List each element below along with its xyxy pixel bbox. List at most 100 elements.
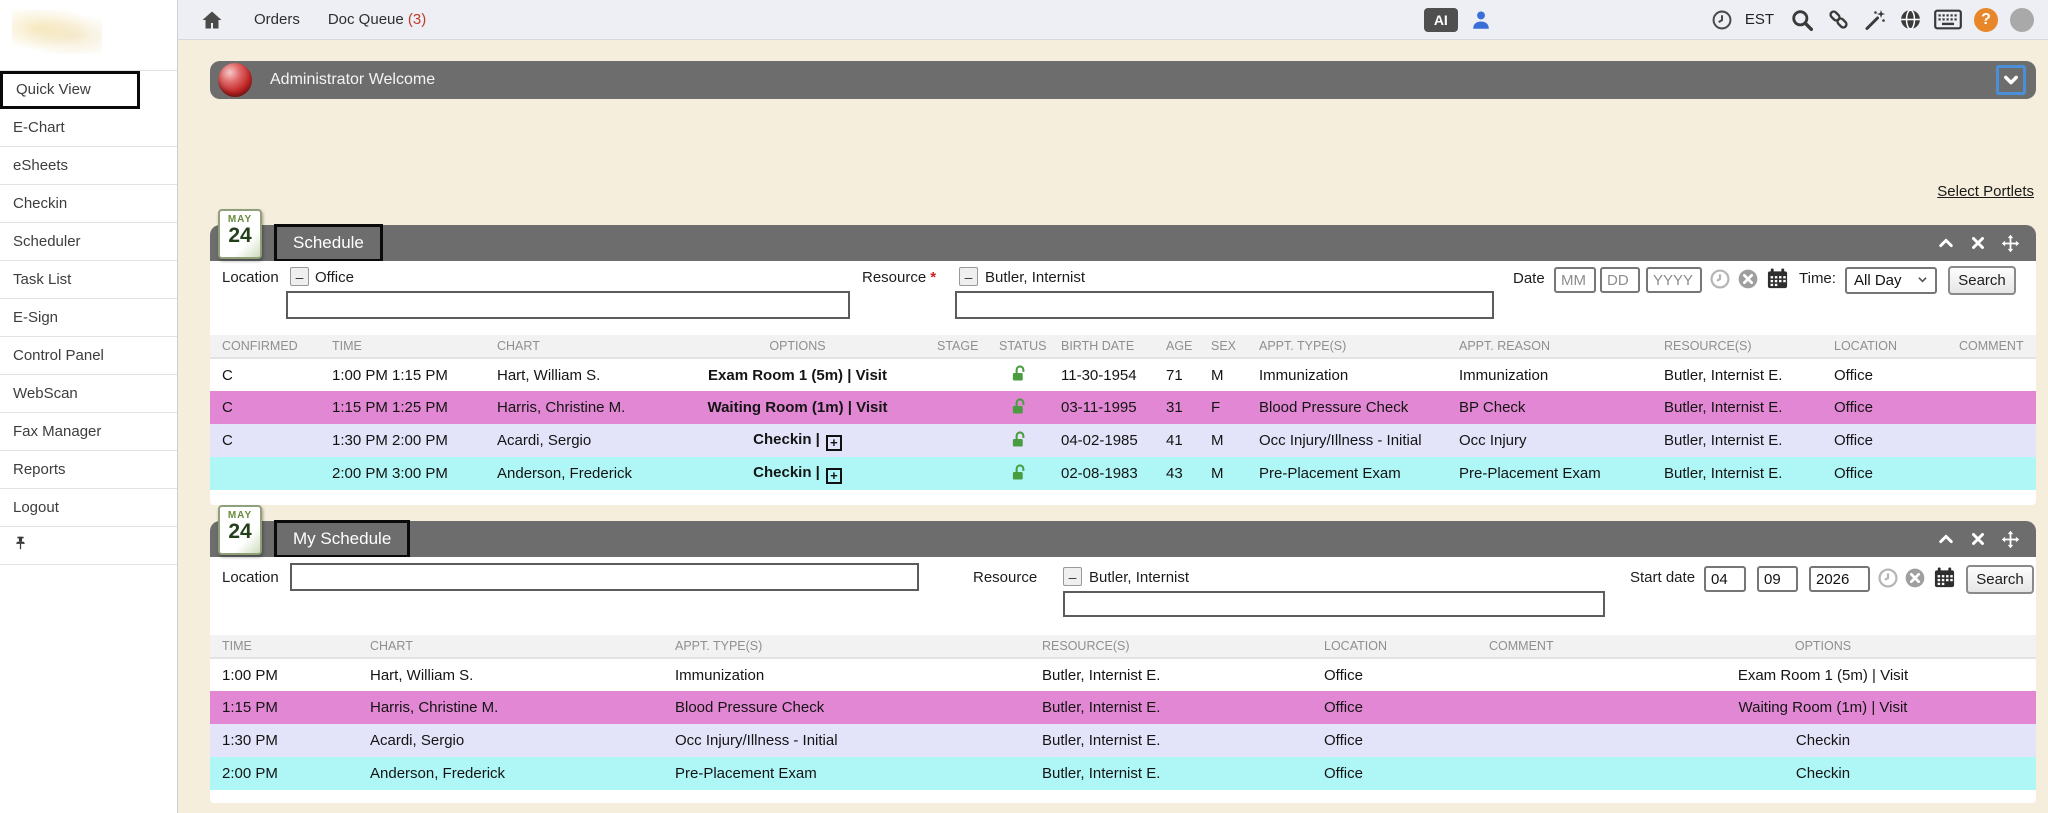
column-header-time: TIME bbox=[210, 635, 358, 658]
column-header-confirmed: CONFIRMED bbox=[210, 335, 320, 358]
resource-input[interactable] bbox=[1063, 591, 1605, 617]
cell-birth-date: 03-11-1995 bbox=[1049, 391, 1154, 424]
location-input[interactable] bbox=[286, 291, 850, 319]
start-date-label: Start date bbox=[1630, 569, 1695, 586]
location-input[interactable] bbox=[290, 563, 919, 591]
cell-status bbox=[987, 424, 1049, 457]
cell-time: 1:15 PM 1:25 PM bbox=[320, 391, 485, 424]
cell-resources: Butler, Internist E. bbox=[1030, 724, 1312, 757]
calendar-picker-icon[interactable] bbox=[1766, 267, 1789, 290]
sidebar-item-fax-manager[interactable]: Fax Manager bbox=[0, 413, 177, 451]
sidebar-item-webscan[interactable]: WebScan bbox=[0, 375, 177, 413]
sidebar-item-quick-view[interactable]: Quick View bbox=[0, 71, 140, 109]
sidebar-item-control-panel[interactable]: Control Panel bbox=[0, 337, 177, 375]
clear-date-icon[interactable] bbox=[1737, 268, 1759, 290]
collapse-portlet-icon[interactable] bbox=[1937, 234, 1955, 253]
time-picker-icon[interactable] bbox=[1709, 268, 1731, 290]
globe-icon[interactable] bbox=[1899, 8, 1922, 31]
cell-time: 2:00 PM 3:00 PM bbox=[320, 457, 485, 490]
unlocked-icon[interactable] bbox=[1011, 397, 1026, 415]
close-portlet-icon[interactable] bbox=[1969, 234, 1987, 253]
appointment-row[interactable]: 1:15 PMHarris, Christine M.Blood Pressur… bbox=[210, 691, 2036, 724]
appointment-row[interactable]: 2:00 PMAnderson, FrederickPre-Placement … bbox=[210, 757, 2036, 790]
cell-confirmed: C bbox=[210, 391, 320, 424]
appointment-row[interactable]: C1:00 PM 1:15 PMHart, William S.Exam Roo… bbox=[210, 358, 2036, 391]
unlocked-icon[interactable] bbox=[1011, 364, 1026, 382]
collapse-welcome-button[interactable] bbox=[1996, 65, 2026, 95]
resource-input[interactable] bbox=[955, 291, 1494, 319]
expand-plus-icon[interactable]: + bbox=[826, 435, 842, 451]
time-select-value: All Day bbox=[1854, 272, 1902, 289]
nav-orders[interactable]: Orders bbox=[254, 11, 300, 28]
resource-label: Resource* bbox=[862, 269, 936, 286]
sidebar: Quick ViewE-CharteSheetsCheckinScheduler… bbox=[0, 0, 178, 813]
keyboard-icon[interactable] bbox=[1934, 9, 1962, 30]
sidebar-item-checkin[interactable]: Checkin bbox=[0, 185, 177, 223]
sidebar-item-task-list[interactable]: Task List bbox=[0, 261, 177, 299]
schedule-search-button[interactable]: Search bbox=[1948, 266, 2016, 295]
start-date-month-input[interactable] bbox=[1704, 566, 1746, 592]
resource-collapse-button[interactable]: – bbox=[959, 267, 978, 286]
time-select[interactable]: All Day bbox=[1845, 267, 1937, 294]
my-schedule-table-head: TIMECHARTAPPT. TYPE(S)RESOURCE(S)LOCATIO… bbox=[210, 635, 2036, 658]
sidebar-pin-button[interactable] bbox=[0, 527, 177, 565]
start-date-day-input[interactable] bbox=[1757, 566, 1798, 592]
schedule-filters: Location – Office Resource* – Butler, In… bbox=[210, 261, 2036, 329]
expand-plus-icon[interactable]: + bbox=[826, 468, 842, 484]
options-link[interactable]: Exam Room 1 (5m) | Visit bbox=[1738, 667, 1908, 684]
cell-options: Exam Room 1 (5m) | Visit bbox=[1610, 658, 2036, 691]
options-link[interactable]: Checkin | bbox=[753, 464, 820, 481]
unlocked-icon[interactable] bbox=[1011, 463, 1026, 481]
calendar-picker-icon[interactable] bbox=[1933, 566, 1956, 589]
sidebar-item-reports[interactable]: Reports bbox=[0, 451, 177, 489]
cell-location: Office bbox=[1822, 457, 1947, 490]
date-day-input[interactable] bbox=[1600, 267, 1640, 293]
collapse-portlet-icon[interactable] bbox=[1937, 530, 1955, 549]
appointment-row[interactable]: 1:30 PMAcardi, SergioOcc Injury/Illness … bbox=[210, 724, 2036, 757]
pushpin-icon bbox=[13, 535, 28, 556]
move-portlet-icon[interactable] bbox=[2001, 530, 2020, 549]
user-icon[interactable] bbox=[1470, 9, 1492, 31]
help-icon[interactable]: ? bbox=[1974, 8, 1998, 32]
sidebar-item-e-chart[interactable]: E-Chart bbox=[0, 109, 177, 147]
options-link[interactable]: Checkin | bbox=[753, 431, 820, 448]
sidebar-item-logout[interactable]: Logout bbox=[0, 489, 177, 527]
time-picker-icon[interactable] bbox=[1877, 567, 1899, 589]
time-filter-label: Time: bbox=[1799, 270, 1836, 287]
home-icon[interactable] bbox=[200, 8, 224, 32]
sidebar-item-esheets[interactable]: eSheets bbox=[0, 147, 177, 185]
status-dot-icon[interactable] bbox=[2010, 8, 2034, 32]
appointment-row[interactable]: C1:30 PM 2:00 PMAcardi, SergioCheckin |+… bbox=[210, 424, 2036, 457]
my-schedule-portlet-title[interactable]: My Schedule bbox=[274, 520, 410, 558]
date-month-input[interactable] bbox=[1554, 267, 1596, 293]
appointment-row[interactable]: C1:15 PM 1:25 PMHarris, Christine M.Wait… bbox=[210, 391, 2036, 424]
appointment-row[interactable]: 1:00 PMHart, William S.ImmunizationButle… bbox=[210, 658, 2036, 691]
wand-icon[interactable] bbox=[1863, 8, 1887, 32]
nav-doc-queue[interactable]: Doc Queue (3) bbox=[328, 11, 426, 28]
sidebar-menu: Quick ViewE-CharteSheetsCheckinScheduler… bbox=[0, 70, 177, 527]
cell-options: Checkin | + bbox=[670, 424, 925, 457]
resource-collapse-button[interactable]: – bbox=[1063, 567, 1082, 586]
options-link[interactable]: Waiting Room (1m) | Visit bbox=[707, 399, 887, 416]
start-date-year-input[interactable] bbox=[1809, 566, 1870, 592]
options-link[interactable]: Checkin bbox=[1796, 732, 1850, 749]
sidebar-item-scheduler[interactable]: Scheduler bbox=[0, 223, 177, 261]
schedule-portlet-title[interactable]: Schedule bbox=[274, 224, 383, 262]
move-portlet-icon[interactable] bbox=[2001, 234, 2020, 253]
date-year-input[interactable] bbox=[1646, 267, 1702, 293]
select-portlets-link[interactable]: Select Portlets bbox=[1937, 183, 2034, 200]
link-icon[interactable] bbox=[1826, 7, 1851, 32]
ai-badge[interactable]: AI bbox=[1424, 8, 1458, 32]
sidebar-item-e-sign[interactable]: E-Sign bbox=[0, 299, 177, 337]
my-schedule-search-button[interactable]: Search bbox=[1966, 565, 2034, 594]
location-collapse-button[interactable]: – bbox=[290, 267, 309, 286]
search-icon[interactable] bbox=[1790, 8, 1814, 32]
close-portlet-icon[interactable] bbox=[1969, 530, 1987, 549]
clear-date-icon[interactable] bbox=[1904, 567, 1926, 589]
options-link[interactable]: Waiting Room (1m) | Visit bbox=[1739, 699, 1908, 716]
appointment-row[interactable]: 2:00 PM 3:00 PMAnderson, FrederickChecki… bbox=[210, 457, 2036, 490]
unlocked-icon[interactable] bbox=[1011, 430, 1026, 448]
clock-icon[interactable] bbox=[1711, 9, 1733, 31]
options-link[interactable]: Checkin bbox=[1796, 765, 1850, 782]
options-link[interactable]: Exam Room 1 (5m) | Visit bbox=[708, 367, 887, 384]
